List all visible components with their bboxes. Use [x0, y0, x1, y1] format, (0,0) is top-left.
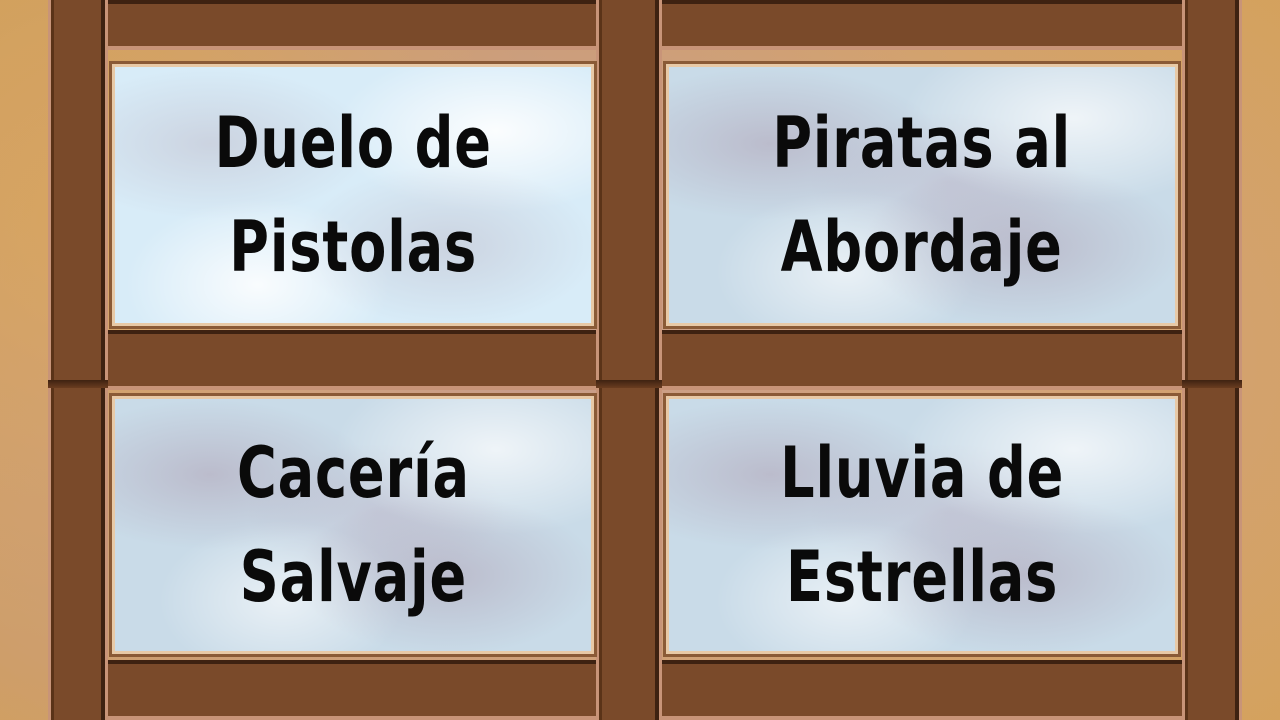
menu-option-label: Piratas al Abordaje	[772, 102, 1072, 288]
right-post	[1182, 0, 1242, 720]
rail-bottom-left	[108, 660, 596, 720]
menu-option-label: Duelo de Pistolas	[214, 102, 492, 288]
left-post	[48, 0, 108, 720]
rail-middle-left	[108, 330, 596, 390]
menu-option-label: Lluvia de Estrellas	[779, 432, 1065, 618]
rail-top-left	[108, 0, 596, 50]
rail-bottom-right	[662, 660, 1182, 720]
center-post	[596, 0, 662, 720]
game-menu-window: Duelo de Pistolas Piratas al Abordaje Ca…	[0, 0, 1280, 720]
menu-option-duelo-de-pistolas[interactable]: Duelo de Pistolas	[109, 61, 597, 329]
menu-option-piratas-al-abordaje[interactable]: Piratas al Abordaje	[663, 61, 1181, 329]
rail-top-right	[662, 0, 1182, 50]
menu-option-caceria-salvaje[interactable]: Cacería Salvaje	[109, 393, 597, 657]
rail-middle-right	[662, 330, 1182, 390]
menu-option-lluvia-de-estrellas[interactable]: Lluvia de Estrellas	[663, 393, 1181, 657]
menu-option-label: Cacería Salvaje	[236, 432, 470, 618]
